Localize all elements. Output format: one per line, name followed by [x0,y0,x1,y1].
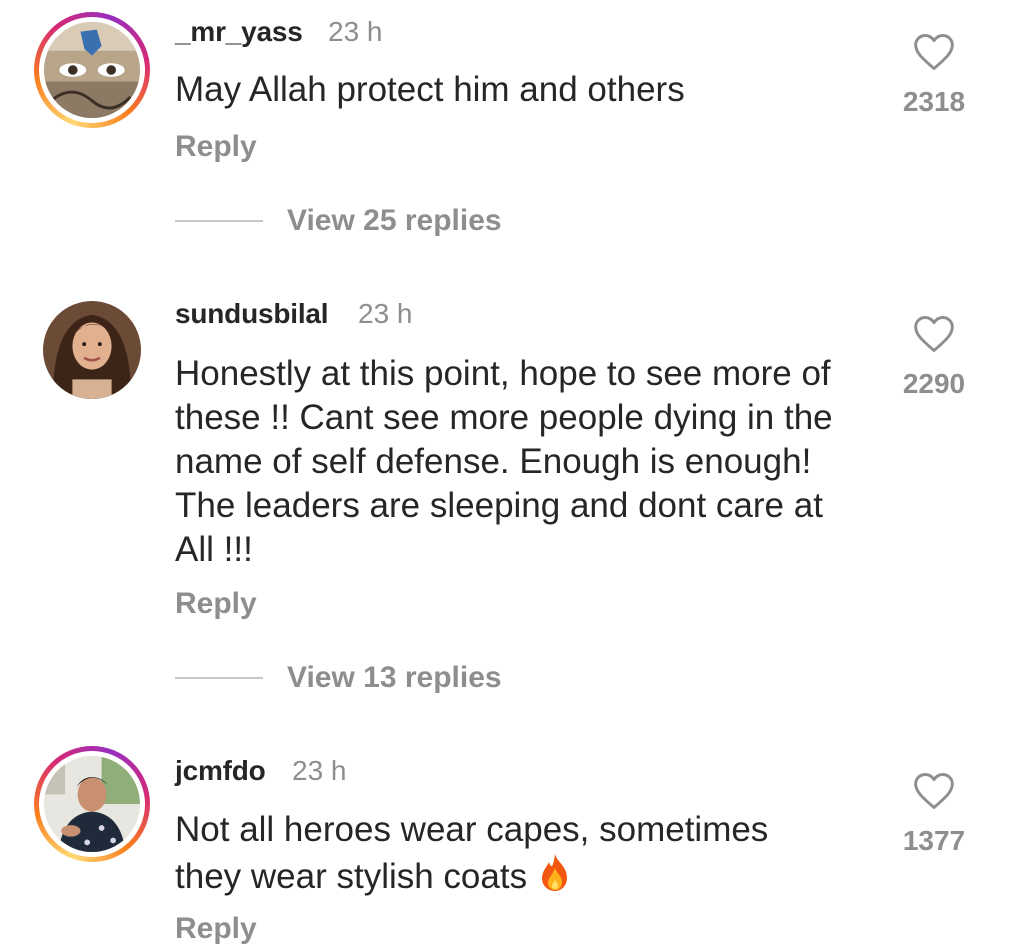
fire-emoji-icon [541,854,567,891]
avatar-icon [44,756,140,852]
comment-item: jcmfdo 23 h Not all heroes wear capes, s… [0,0,1024,951]
comment-text: Not all heroes wear capes, sometimes the… [175,808,835,899]
reply-button[interactable]: Reply [175,912,257,946]
comment-text-body: Not all heroes wear capes, sometimes the… [175,810,769,896]
comment-timestamp: 23 h [292,755,347,786]
like-count: 1377 [902,825,966,856]
story-ring[interactable] [34,746,150,862]
comment-username[interactable]: jcmfdo [175,755,266,787]
heart-icon[interactable] [912,769,956,813]
